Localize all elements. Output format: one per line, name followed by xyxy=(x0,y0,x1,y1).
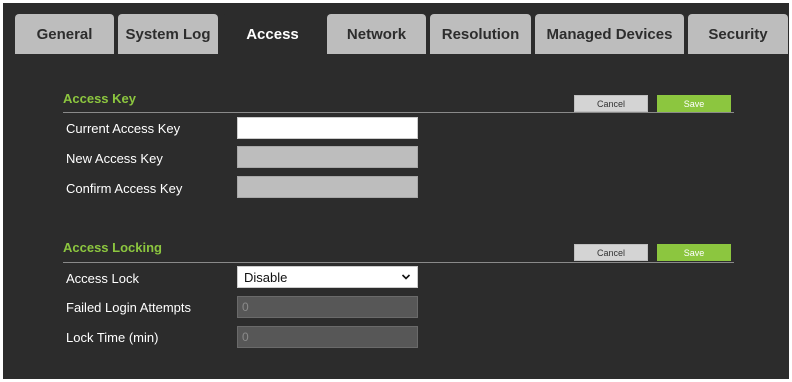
chevron-down-icon xyxy=(401,274,411,280)
tab-network[interactable]: Network xyxy=(327,14,426,54)
lock-time-label: Lock Time (min) xyxy=(66,330,159,345)
tab-system-log[interactable]: System Log xyxy=(118,14,218,54)
lock-time-input[interactable]: 0 xyxy=(237,326,418,348)
tab-managed-devices[interactable]: Managed Devices xyxy=(535,14,684,54)
access-locking-save-button[interactable]: Save xyxy=(657,244,731,261)
new-access-key-input[interactable] xyxy=(237,146,418,168)
failed-login-attempts-label: Failed Login Attempts xyxy=(66,300,192,315)
current-access-key-input[interactable] xyxy=(237,117,418,139)
confirm-access-key-label: Confirm Access Key xyxy=(66,181,183,196)
confirm-access-key-input[interactable] xyxy=(237,176,418,198)
access-locking-heading: Access Locking xyxy=(63,240,162,255)
failed-login-attempts-input[interactable]: 0 xyxy=(237,296,418,318)
tab-general[interactable]: General xyxy=(15,14,114,54)
access-locking-cancel-button[interactable]: Cancel xyxy=(574,244,648,261)
access-lock-select[interactable]: Disable xyxy=(237,266,418,288)
access-lock-label: Access Lock xyxy=(66,271,139,286)
tab-access[interactable]: Access xyxy=(222,14,323,54)
access-key-heading: Access Key xyxy=(63,91,136,106)
new-access-key-label: New Access Key xyxy=(66,151,163,166)
current-access-key-label: Current Access Key xyxy=(66,121,181,136)
tab-security[interactable]: Security xyxy=(688,14,788,54)
access-lock-selected-value: Disable xyxy=(244,269,288,285)
access-key-save-button[interactable]: Save xyxy=(657,95,731,112)
access-locking-divider xyxy=(63,262,734,263)
tab-resolution[interactable]: Resolution xyxy=(430,14,531,54)
access-key-cancel-button[interactable]: Cancel xyxy=(574,95,648,112)
access-key-divider xyxy=(63,112,734,113)
